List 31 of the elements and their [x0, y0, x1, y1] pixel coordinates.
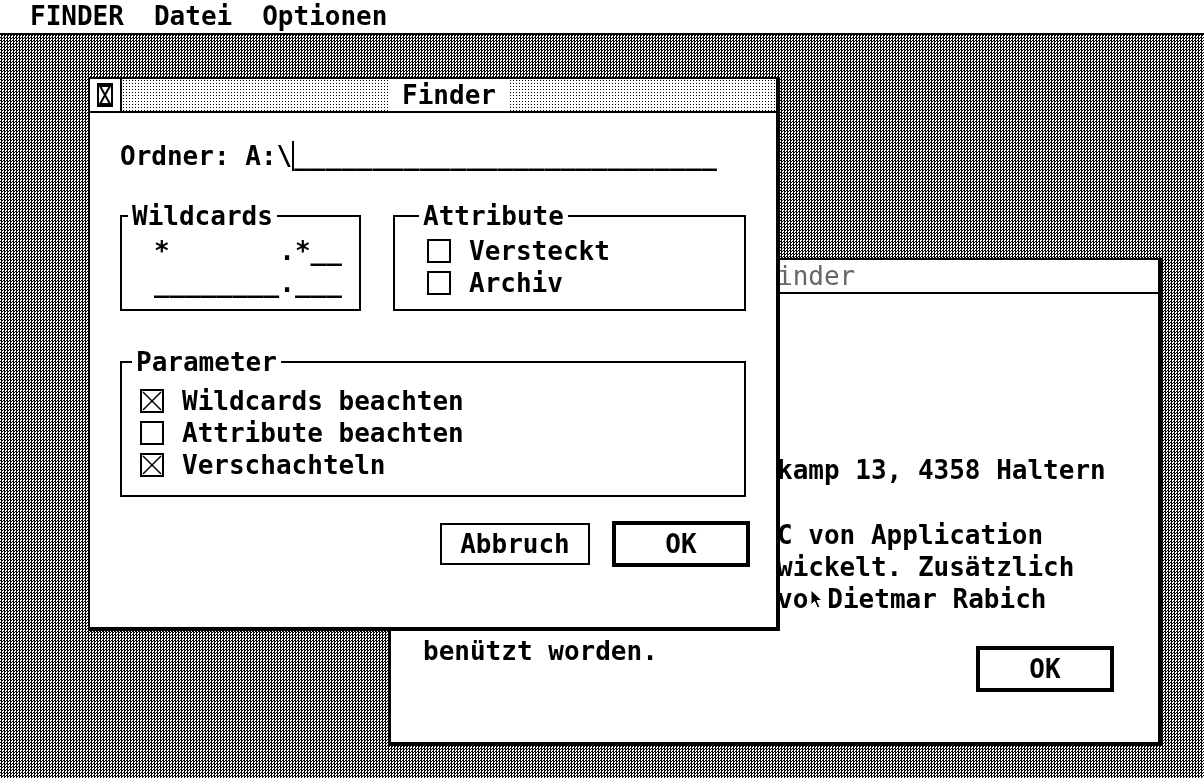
checkbox-label[interactable]: Wildcards beachten — [182, 385, 464, 417]
menu-item[interactable]: Datei — [153, 0, 233, 33]
group-title: Attribute — [422, 201, 565, 231]
menu-item[interactable]: Optionen — [262, 0, 388, 33]
window-title: Finder — [390, 79, 508, 111]
checkbox-label[interactable]: Archiv — [469, 267, 563, 299]
wildcard-field[interactable]: * .*__ — [136, 235, 345, 267]
field-label: Ordner: — [120, 141, 231, 171]
group-title: Wildcards — [131, 201, 274, 231]
checkbox[interactable] — [140, 421, 164, 445]
checkbox[interactable] — [140, 389, 164, 413]
dialog-text: kamp 13, 4358 Haltern — [777, 455, 1106, 485]
checkbox[interactable] — [427, 239, 451, 263]
menu-item[interactable]: FINDER — [30, 0, 124, 33]
group-title: Parameter — [135, 347, 278, 377]
dialog-text: benützt worden. — [423, 636, 658, 666]
ok-button[interactable]: OK — [976, 646, 1114, 692]
ok-button[interactable]: OK — [612, 521, 750, 567]
mouse-pointer-icon — [810, 589, 825, 609]
folder-field[interactable]: A:\___________________________ — [245, 141, 717, 171]
dialog-text: vo — [777, 584, 809, 614]
close-icon — [97, 83, 113, 107]
dialog-text: Dietmar Rabich — [827, 584, 1047, 614]
checkbox[interactable] — [427, 271, 451, 295]
dialog-text: wickelt. Zusätzlich — [777, 552, 1075, 582]
checkbox[interactable] — [140, 453, 164, 477]
checkbox-label[interactable]: Versteckt — [469, 235, 610, 267]
checkbox-label[interactable]: Verschachteln — [182, 449, 386, 481]
checkbox-label[interactable]: Attribute beachten — [182, 417, 464, 449]
cancel-button[interactable]: Abbruch — [440, 523, 590, 565]
wildcard-field[interactable]: ________.___ — [136, 267, 345, 299]
